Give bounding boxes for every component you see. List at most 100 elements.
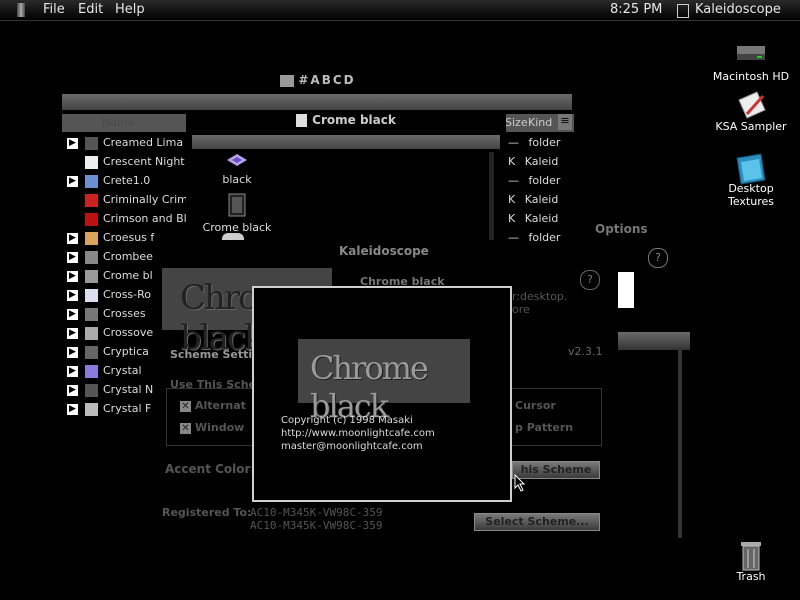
options-white-panel (618, 272, 634, 308)
file-icon-crome-black[interactable]: Crome black (202, 192, 272, 234)
options-bar (618, 332, 690, 350)
list-item-size: — (508, 174, 519, 187)
checkbox-pattern-label[interactable]: p Pattern (515, 421, 573, 434)
desktop-icon-desktop-textures[interactable]: Desktop Textures (706, 152, 796, 208)
disclosure-triangle-icon[interactable]: ▶ (67, 403, 78, 415)
scheme-settings-heading: Scheme Setti (170, 348, 253, 361)
application-menu[interactable]: Kaleidoscope (695, 2, 781, 17)
list-item[interactable]: ▶Crimson and Blac (62, 209, 187, 228)
mouse-cursor-icon (514, 474, 526, 492)
menu-edit[interactable]: Edit (78, 2, 103, 17)
list-item-size: — (508, 136, 519, 149)
hard-disk-icon (733, 40, 769, 70)
folder-icon (85, 307, 98, 321)
list-item[interactable]: ▶ Crete1.0 (62, 171, 187, 190)
folder-icon (733, 152, 769, 185)
menu-clock[interactable]: 8:25 PM (610, 2, 662, 17)
column-header-kind[interactable]: Kind (528, 116, 552, 129)
disclosure-triangle-icon[interactable]: ▶ (67, 365, 78, 377)
window-info-bar (62, 94, 572, 110)
help-icon[interactable]: ? (580, 270, 600, 290)
column-header-size[interactable]: Size (505, 116, 528, 129)
scheme-file-icon (227, 154, 247, 166)
window-info-bar (192, 135, 500, 149)
checkbox-alternate[interactable]: ✕ Alternat (180, 399, 246, 412)
disclosure-triangle-icon[interactable]: ▶ (67, 232, 78, 244)
window-title: Crome black (312, 113, 396, 127)
select-scheme-button[interactable]: Select Scheme... (474, 513, 600, 531)
desktop-icon-trash[interactable]: Trash (706, 540, 796, 583)
accent-color-label: Accent Color: (165, 462, 256, 476)
about-box[interactable]: Chrome black Copyright (c) 1998 Masaki h… (252, 286, 512, 502)
folder-icon (85, 288, 98, 302)
desktop-icon-label: Macintosh HD (712, 70, 790, 83)
list-item[interactable]: ▶Crescent Night II (62, 152, 187, 171)
window-title-bar[interactable]: Crome black (186, 110, 506, 130)
options-window-edge (678, 350, 682, 538)
document-icon (85, 155, 98, 169)
checkbox-checked-icon[interactable]: ✕ (180, 400, 191, 412)
copyright-text: Copyright (c) 1998 Masaki (281, 415, 413, 426)
trash-icon (733, 540, 769, 571)
list-item-kind: folder (528, 174, 561, 187)
desktop-icon-ksa-sampler[interactable]: KSA Sampler (706, 90, 796, 133)
disclosure-triangle-icon[interactable]: ▶ (67, 346, 78, 358)
folder-icon (85, 269, 98, 283)
folder-icon (85, 402, 98, 416)
desktop-icon-macintosh-hd[interactable]: Macintosh HD (706, 40, 796, 83)
folder-icon (85, 383, 98, 397)
vertical-scrollbar[interactable] (489, 152, 494, 240)
window-title: #ABCD (298, 73, 356, 87)
folder-icon (85, 231, 98, 245)
options-help-icon[interactable]: ? (648, 248, 668, 268)
options-panel-title: Options (595, 222, 648, 236)
file-icon-black[interactable]: black (212, 152, 262, 186)
folder-icon (85, 250, 98, 264)
list-item-kind: Kaleid (524, 193, 559, 206)
window-title-bar[interactable]: #ABCD (62, 70, 574, 90)
about-logo-text: Chrome black (310, 349, 429, 425)
folder-icon (85, 345, 98, 359)
menu-bar: File Edit Help 8:25 PM Kaleidoscope (0, 0, 800, 21)
list-item-size: K (508, 212, 516, 225)
disclosure-triangle-icon[interactable]: ▶ (67, 175, 78, 187)
folder-icon (85, 174, 98, 188)
disclosure-triangle-icon[interactable]: ▶ (67, 137, 78, 149)
disclosure-triangle-icon[interactable]: ▶ (67, 327, 78, 339)
website-url[interactable]: http://www.moonlightcafe.com (281, 428, 435, 439)
disclosure-triangle-icon[interactable]: ▶ (67, 270, 78, 282)
folder-icon (85, 136, 98, 150)
list-item[interactable]: ▶Criminally Crim (62, 190, 187, 209)
checkbox-windows[interactable]: ✕ Window (180, 421, 244, 434)
desktop-icon-label: Desktop Textures (728, 182, 774, 208)
checkbox-cursor-label[interactable]: Cursor (515, 399, 556, 412)
application-icon (677, 4, 689, 18)
disclosure-triangle-icon[interactable]: ▶ (67, 308, 78, 320)
registered-to-label: Registered To: (162, 506, 252, 519)
disclosure-triangle-icon[interactable]: ▶ (67, 384, 78, 396)
panel-title: Kaleidoscope (339, 244, 429, 258)
scheme-author-partial-2: ore (512, 303, 530, 316)
folder-icon (85, 326, 98, 340)
checkbox-checked-icon[interactable]: ✕ (180, 422, 191, 434)
disclosure-triangle-icon[interactable]: ▶ (67, 289, 78, 301)
list-item-size: K (508, 155, 516, 168)
scheme-file-icon (85, 212, 98, 226)
sort-order-icon[interactable]: ≡ (558, 114, 572, 130)
disclosure-triangle-icon[interactable]: ▶ (67, 251, 78, 263)
list-item-kind: Kaleid (524, 212, 559, 225)
desktop-icon-label: KSA Sampler (715, 120, 787, 133)
list-item-kind: Kaleid (524, 155, 559, 168)
list-item[interactable]: ▶Creamed Lima Be (62, 133, 187, 152)
column-header-name[interactable]: Name (102, 116, 134, 129)
email-address[interactable]: master@moonlightcafe.com (281, 441, 423, 452)
document-icon (296, 114, 308, 127)
desktop-icon-label: Trash (736, 570, 766, 583)
menu-file[interactable]: File (43, 2, 65, 17)
apple-menu-icon[interactable] (17, 3, 25, 17)
list-item-kind: folder (528, 136, 561, 149)
version-label: v2.3.1 (568, 345, 603, 358)
registration-code-1: AC10-M345K-VW98C-359 (250, 506, 383, 519)
menu-help[interactable]: Help (115, 2, 145, 17)
document-pen-icon (733, 90, 769, 120)
